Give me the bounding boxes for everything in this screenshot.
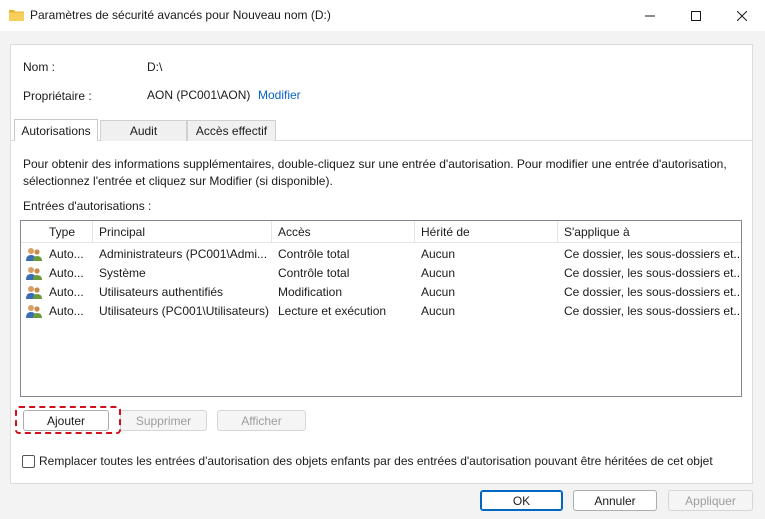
owner-value: AON (PC001\AON) [147, 88, 251, 102]
apply-button-label: Appliquer [685, 493, 736, 508]
users-icon [26, 247, 42, 262]
cell-principal: Utilisateurs (PC001\Utilisateurs) [99, 304, 269, 318]
cell-type: Auto... [49, 247, 84, 261]
table-row[interactable]: Auto... Système Contrôle total Aucun Ce … [21, 264, 741, 283]
table-row[interactable]: Auto... Utilisateurs authentifiés Modifi… [21, 283, 741, 302]
owner-label: Propriétaire : [23, 89, 92, 103]
tab-effective-access[interactable]: Accès effectif [187, 120, 276, 141]
cell-type: Auto... [49, 304, 84, 318]
cell-inherited-from: Aucun [421, 266, 456, 280]
permission-entries-list[interactable]: Type Principal Accès Hérité de S'appliqu… [20, 220, 742, 397]
description-line-2: sélectionnez l'entrée et cliquez sur Mod… [23, 174, 333, 188]
cell-access: Lecture et exécution [278, 304, 387, 318]
table-row[interactable]: Auto... Administrateurs (PC001\Admi... C… [21, 245, 741, 264]
maximize-button[interactable] [673, 0, 719, 31]
users-icon [26, 266, 42, 281]
cell-inherited-from: Aucun [421, 285, 456, 299]
remove-button-label: Supprimer [135, 413, 192, 428]
cell-principal: Utilisateurs authentifiés [99, 285, 224, 299]
cell-inherited-from: Aucun [421, 247, 456, 261]
view-button[interactable]: Afficher [217, 410, 306, 431]
cell-applies-to: Ce dossier, les sous-dossiers et... [564, 247, 741, 261]
tab-permissions[interactable]: Autorisations [14, 119, 98, 141]
replace-child-entries-checkbox[interactable] [22, 455, 35, 468]
users-icon [26, 304, 42, 319]
column-header-principal[interactable]: Principal [93, 221, 272, 243]
cell-inherited-from: Aucun [421, 304, 456, 318]
tab-label: Audit [129, 124, 158, 138]
maximize-icon [691, 10, 701, 21]
cell-principal: Administrateurs (PC001\Admi... [99, 247, 268, 261]
name-value: D:\ [147, 60, 163, 74]
name-label: Nom : [23, 60, 56, 74]
add-button-label: Ajouter [46, 413, 86, 428]
cell-access: Contrôle total [278, 266, 350, 280]
minimize-icon [645, 11, 655, 21]
cell-principal: Système [99, 266, 146, 280]
cell-access: Contrôle total [278, 247, 350, 261]
entries-label: Entrées d'autorisations : [23, 199, 152, 213]
replace-child-entries-label[interactable]: Remplacer toutes les entrées d'autorisat… [39, 454, 713, 468]
close-icon [737, 10, 747, 21]
cell-type: Auto... [49, 266, 84, 280]
column-header-inherited-from[interactable]: Hérité de [415, 221, 558, 243]
ok-button-label: OK [512, 493, 531, 508]
remove-button[interactable]: Supprimer [120, 410, 207, 431]
description-line-1: Pour obtenir des informations supplément… [23, 157, 727, 171]
apply-button[interactable]: Appliquer [668, 490, 753, 511]
ok-button[interactable]: OK [480, 490, 563, 511]
folder-icon [9, 9, 24, 21]
cell-type: Auto... [49, 285, 84, 299]
change-owner-link[interactable]: Modifier [258, 88, 301, 102]
cell-applies-to: Ce dossier, les sous-dossiers et... [564, 304, 741, 318]
close-button[interactable] [719, 0, 765, 31]
users-icon [26, 285, 42, 300]
title-bar: Paramètres de sécurité avancés pour Nouv… [0, 0, 765, 31]
table-row[interactable]: Auto... Utilisateurs (PC001\Utilisateurs… [21, 302, 741, 321]
list-header: Type Principal Accès Hérité de S'appliqu… [21, 221, 741, 243]
cell-applies-to: Ce dossier, les sous-dossiers et... [564, 266, 741, 280]
cell-applies-to: Ce dossier, les sous-dossiers et... [564, 285, 741, 299]
window-title: Paramètres de sécurité avancés pour Nouv… [30, 8, 331, 22]
tab-label: Autorisations [21, 123, 91, 138]
column-header-access[interactable]: Accès [272, 221, 415, 243]
cancel-button-label: Annuler [594, 493, 636, 508]
view-button-label: Afficher [241, 413, 282, 428]
minimize-button[interactable] [627, 0, 673, 31]
cell-access: Modification [278, 285, 343, 299]
tab-audit[interactable]: Audit [100, 120, 187, 141]
column-header-applies-to[interactable]: S'applique à [558, 221, 741, 243]
column-header-type[interactable]: Type [43, 221, 93, 243]
tab-label: Accès effectif [195, 124, 268, 138]
cancel-button[interactable]: Annuler [573, 490, 657, 511]
add-button[interactable]: Ajouter [23, 410, 109, 431]
